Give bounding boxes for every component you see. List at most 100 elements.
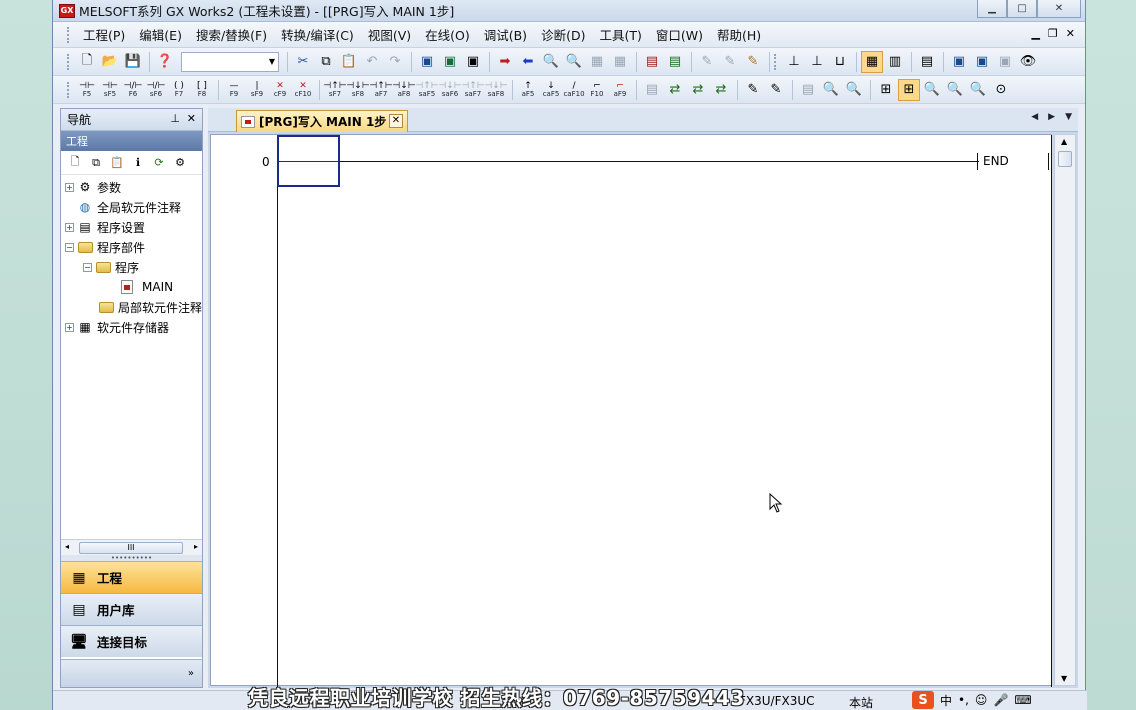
- inline-st-icon[interactable]: ▤: [641, 79, 663, 101]
- tree-item-pou[interactable]: − 程序部件: [61, 237, 202, 257]
- scroll-right-icon[interactable]: ▸: [194, 542, 198, 551]
- refresh-icon[interactable]: ⟳: [149, 154, 169, 172]
- delete-line-icon[interactable]: ⌐ aF9: [609, 79, 631, 101]
- zoom-icon[interactable]: ⊙: [990, 79, 1012, 101]
- view-eye-icon[interactable]: 👁: [1017, 51, 1039, 73]
- mdi-close-icon[interactable]: ✕: [1066, 27, 1075, 40]
- device-comment-icon[interactable]: ▣: [948, 51, 970, 73]
- device-memory-icon[interactable]: ▣: [971, 51, 993, 73]
- parallel-nc-contact-icon[interactable]: ⊣/⊢ sF6: [145, 79, 167, 101]
- menu-tool[interactable]: 工具(T): [592, 25, 648, 44]
- tab-close-icon[interactable]: ✕: [389, 114, 403, 128]
- tab-next-icon[interactable]: ▶: [1048, 112, 1055, 122]
- menu-help[interactable]: 帮助(H): [710, 25, 768, 44]
- new-file-icon[interactable]: 🗋: [76, 51, 98, 73]
- tab-prev-icon[interactable]: ◀: [1031, 112, 1038, 122]
- window-list-icon[interactable]: ▤: [916, 51, 938, 73]
- mdi-restore-icon[interactable]: ❐: [1048, 27, 1058, 40]
- parallel-falling-negation-icon[interactable]: ⊣↓⊢ saF8: [484, 79, 507, 101]
- close-button[interactable]: ✕: [1037, 0, 1081, 18]
- invert-result-icon[interactable]: / caF10: [563, 79, 585, 101]
- nav-more-button[interactable]: »: [61, 659, 202, 687]
- copy-data-icon[interactable]: ⧉: [86, 154, 106, 172]
- cut-icon[interactable]: ✂: [292, 51, 314, 73]
- project-view-icon[interactable]: ▦: [861, 50, 883, 73]
- help-icon[interactable]: ❓: [154, 51, 176, 73]
- open-folder-icon[interactable]: 📂: [99, 51, 121, 73]
- close-icon[interactable]: ✕: [187, 112, 196, 125]
- edit-off-icon[interactable]: ✎: [696, 51, 718, 73]
- pencil-write-icon[interactable]: ✎: [742, 51, 764, 73]
- nc-contact-icon[interactable]: ⊣/⊢ F6: [122, 79, 144, 101]
- convert-all-icon[interactable]: ⇄: [687, 79, 709, 101]
- ime-voice-icon[interactable]: 🎤: [993, 693, 1008, 707]
- string-search-icon[interactable]: ▣: [462, 51, 484, 73]
- zoom-ladder-icon[interactable]: 🔍: [820, 79, 842, 101]
- menu-view[interactable]: 视图(V): [361, 25, 418, 44]
- application-instruction-icon[interactable]: [ ] F8: [191, 79, 213, 101]
- draw-line-icon[interactable]: ⌐ F10: [586, 79, 608, 101]
- save-icon[interactable]: 💾: [122, 51, 144, 73]
- ladder-mode-icon[interactable]: ⊞: [875, 79, 897, 101]
- ime-punct-icon[interactable]: •,: [958, 693, 969, 707]
- ladder-write-mode-icon[interactable]: ⊞: [898, 78, 920, 101]
- expand-icon[interactable]: +: [65, 222, 74, 232]
- filter-icon[interactable]: ⚙: [170, 154, 190, 172]
- ladder-cursor[interactable]: [277, 135, 340, 187]
- menubar-grip[interactable]: [67, 26, 70, 43]
- ime-logo[interactable]: S: [912, 691, 934, 709]
- rising-negation-icon[interactable]: ⊣↑⊢ saF5: [415, 79, 438, 101]
- ladder-insert-icon[interactable]: ⊥: [783, 51, 805, 73]
- ime-mode[interactable]: 中: [940, 692, 952, 709]
- nav-button-user-library[interactable]: ▤ 用户库: [61, 593, 202, 625]
- rising-pulse-icon[interactable]: ⊣↑⊢ sF7: [323, 79, 346, 101]
- vertical-line-icon[interactable]: | sF9: [246, 79, 268, 101]
- ladder-editor[interactable]: 0 END: [210, 134, 1052, 687]
- toolbar-combo[interactable]: ▼: [181, 51, 279, 72]
- monitor-write-icon[interactable]: ▦: [586, 51, 608, 73]
- scroll-thumb[interactable]: III: [79, 541, 183, 554]
- horizontal-line-icon[interactable]: — F9: [223, 79, 245, 101]
- ladder-delete-icon[interactable]: ⊥: [806, 51, 828, 73]
- toolbar-grip[interactable]: [774, 53, 777, 70]
- monitor-icon[interactable]: 🔍: [540, 51, 562, 73]
- menu-window[interactable]: 窗口(W): [649, 25, 710, 44]
- scroll-down-icon[interactable]: ▼: [1061, 674, 1067, 683]
- comment-edit-icon[interactable]: ✎: [742, 79, 764, 101]
- falling-pulse-icon[interactable]: ⊣↓⊢ sF8: [346, 79, 369, 101]
- device-batch-icon[interactable]: ▤: [664, 51, 686, 73]
- parallel-rising-negation-icon[interactable]: ⊣↑⊢ saF7: [461, 79, 484, 101]
- write-to-plc-icon[interactable]: ➡: [494, 51, 516, 73]
- parallel-no-contact-icon[interactable]: ⊣⊢ sF5: [99, 79, 121, 101]
- scroll-up-icon[interactable]: ▲: [1061, 137, 1067, 146]
- device-search-icon[interactable]: ▣: [416, 51, 438, 73]
- ladder-column-icon[interactable]: ⊔: [829, 51, 851, 73]
- parallel-rising-icon[interactable]: ⊣↑⊢ aF7: [369, 79, 392, 101]
- new-data-icon[interactable]: 🗋: [65, 154, 85, 172]
- menu-online[interactable]: 在线(O): [418, 25, 477, 44]
- minimize-button[interactable]: ▁: [977, 0, 1007, 18]
- delete-vertical-icon[interactable]: ✕ cF10: [292, 79, 314, 101]
- tree-item-parameter[interactable]: + ⚙ 参数: [61, 177, 202, 197]
- nav-button-connection[interactable]: 🖥 连接目标: [61, 625, 202, 657]
- expand-icon[interactable]: +: [65, 322, 74, 332]
- expand-icon[interactable]: +: [65, 182, 74, 192]
- find-device-icon[interactable]: 🔍: [921, 79, 943, 101]
- redo-icon[interactable]: ↷: [384, 51, 406, 73]
- monitor-write-stop-icon[interactable]: ▦: [609, 51, 631, 73]
- monitor-stop-icon[interactable]: 🔍: [563, 51, 585, 73]
- menu-diagnostics[interactable]: 诊断(D): [534, 25, 592, 44]
- menu-find-replace[interactable]: 搜索/替换(F): [189, 25, 274, 44]
- instruction-search-icon[interactable]: ▣: [439, 51, 461, 73]
- end-instruction[interactable]: END: [977, 153, 1049, 170]
- menu-compile[interactable]: 转换/编译(C): [274, 25, 361, 44]
- find-contact-icon[interactable]: 🔍: [944, 79, 966, 101]
- undo-icon[interactable]: ↶: [361, 51, 383, 73]
- paste-icon[interactable]: 📋: [338, 51, 360, 73]
- operation-falling-icon[interactable]: ↓ caF5: [540, 79, 562, 101]
- parallel-falling-icon[interactable]: ⊣↓⊢ aF8: [392, 79, 415, 101]
- collapse-icon[interactable]: −: [65, 242, 74, 252]
- operation-rising-icon[interactable]: ↑ aF5: [517, 79, 539, 101]
- find-next-icon[interactable]: 🔍: [967, 79, 989, 101]
- no-contact-icon[interactable]: ⊣⊢ F5: [76, 79, 98, 101]
